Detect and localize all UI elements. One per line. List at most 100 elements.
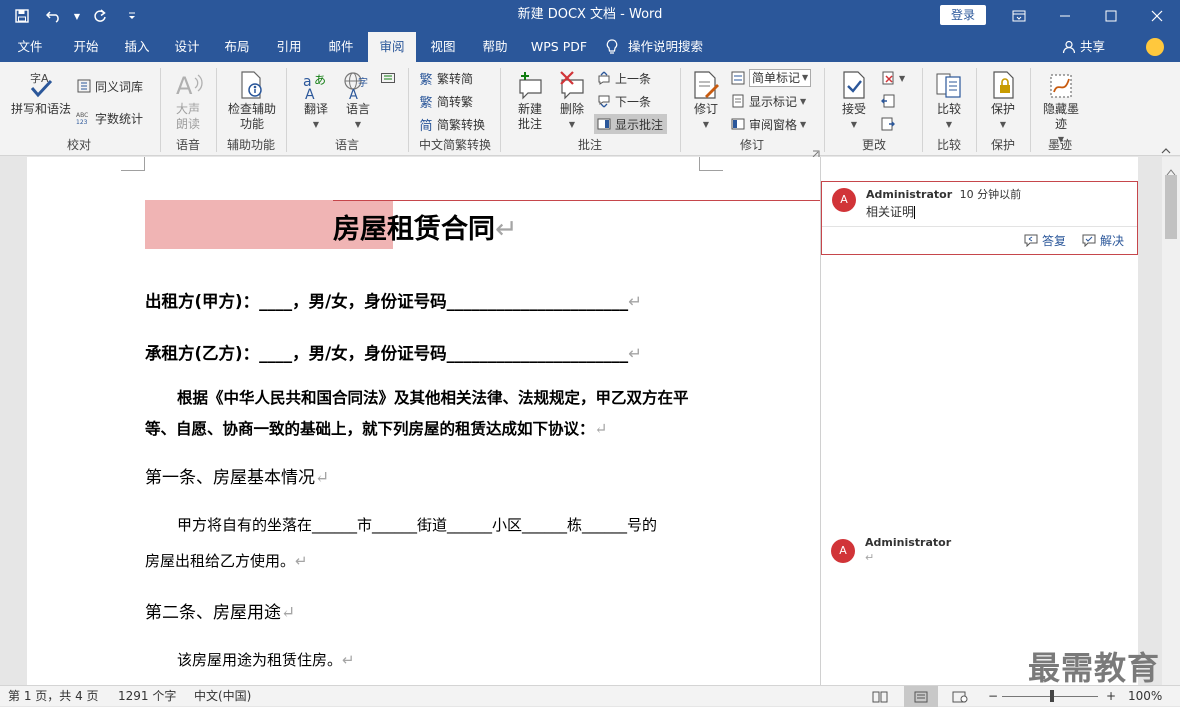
tab-references[interactable]: 引用 [266, 32, 312, 62]
article1-title[interactable]: 第一条、房屋基本情况↵ [145, 463, 329, 488]
article1-body-line-2[interactable]: 房屋出租给乙方使用。↵ [145, 550, 308, 571]
minimize-icon[interactable] [1042, 0, 1088, 32]
resolve-button[interactable]: 解决 [1082, 232, 1124, 249]
word-count-icon: ABC 123 [76, 110, 92, 126]
trad-to-simp-button[interactable]: 繁 繁转简 [418, 68, 473, 88]
show-markup-button[interactable]: 显示标记 ▼ [730, 91, 806, 111]
delete-comment-button[interactable]: 删除 ▼ [552, 68, 592, 132]
article1-body-line-1[interactable]: 甲方将自有的坐落在______市______街道______小区______栋_… [177, 514, 657, 535]
intro-line-1[interactable]: 根据《中华人民共和国合同法》及其他相关法律、法规规定，甲乙双方在平 [177, 386, 689, 408]
reviewing-pane-button[interactable]: 审阅窗格 ▼ [730, 114, 806, 134]
check-accessibility-button[interactable]: 检查辅助功能 [224, 68, 280, 132]
read-mode-icon[interactable] [872, 686, 888, 707]
next-comment-button[interactable]: 下一条 [596, 91, 651, 111]
tab-insert[interactable]: 插入 [114, 32, 160, 62]
tab-help[interactable]: 帮助 [472, 32, 518, 62]
protect-button[interactable]: 保护 ▼ [982, 68, 1024, 132]
compare-icon [932, 68, 966, 102]
tab-view[interactable]: 视图 [420, 32, 466, 62]
chinese-convert-button[interactable]: 简 简繁转换 [418, 114, 485, 134]
new-comment-button[interactable]: 新建批注 [508, 68, 552, 132]
track-changes-button[interactable]: 修订 ▼ [686, 68, 726, 132]
tell-me-search[interactable]: 操作说明搜索 [606, 32, 722, 62]
ribbon-separator [408, 68, 409, 152]
share-button[interactable]: 共享 [1062, 32, 1105, 62]
spelling-grammar-button[interactable]: 字A 拼写和语法 [8, 68, 74, 117]
language-extra-button[interactable] [380, 68, 396, 88]
tab-mailings[interactable]: 邮件 [318, 32, 364, 62]
keyboard-icon [380, 70, 396, 86]
simp-to-trad-button[interactable]: 繁 简转繁 [418, 91, 473, 111]
zoom-out-button[interactable]: − [988, 686, 998, 707]
tracking-dialog-launcher-icon[interactable] [812, 143, 820, 158]
language-button[interactable]: 字A 语言 ▼ [338, 68, 378, 132]
reviewing-pane-icon [730, 116, 746, 132]
read-aloud-button[interactable]: A 大声朗读 [168, 68, 208, 132]
tab-home[interactable]: 开始 [60, 32, 112, 62]
previous-change-button[interactable] [880, 91, 896, 111]
compare-button[interactable]: 比较 ▼ [928, 68, 970, 132]
lessee-line[interactable]: 承租方(乙方)：____，男/女，身份证号码__________________… [145, 340, 642, 364]
zoom-thumb[interactable] [1050, 690, 1054, 702]
intro-line-2[interactable]: 等、自愿、协商一致的基础上，就下列房屋的租赁达成如下协议：↵ [145, 417, 608, 439]
translate-icon: aあA [299, 68, 333, 102]
reply-button[interactable]: 答复 [1024, 232, 1066, 249]
zoom-in-button[interactable]: + [1106, 686, 1116, 707]
article2-title[interactable]: 第二条、房屋用途↵ [145, 598, 295, 623]
zoom-slider[interactable] [1002, 686, 1098, 707]
zoom-level[interactable]: 100% [1128, 686, 1162, 707]
comment-empty-text[interactable]: ↵ [865, 551, 874, 564]
tab-review[interactable]: 审阅 [368, 32, 416, 63]
markup-display-select[interactable]: 简单标记 ▼ [730, 68, 812, 88]
tab-wps-pdf[interactable]: WPS PDF [522, 32, 596, 62]
tab-file[interactable]: 文件 [8, 32, 52, 62]
maximize-icon[interactable] [1088, 0, 1134, 32]
page-indicator[interactable]: 第 1 页，共 4 页 [8, 686, 99, 707]
article2-body[interactable]: 该房屋用途为租赁住房。↵ [177, 649, 355, 670]
print-layout-icon[interactable] [904, 686, 938, 707]
thesaurus-button[interactable]: 同义词库 [76, 76, 143, 96]
tell-me-label: 操作说明搜索 [628, 39, 704, 54]
person-icon [1062, 40, 1076, 54]
login-button[interactable]: 登录 [940, 5, 986, 25]
web-layout-icon[interactable] [952, 686, 968, 707]
spelling-check-icon: 字A [24, 68, 58, 102]
group-language: aあA 翻译 ▼ 字A 语言 ▼ 语言 [288, 64, 406, 154]
feedback-smiley-icon[interactable] [1146, 38, 1164, 56]
undo-icon[interactable] [40, 2, 68, 30]
document-page[interactable]: 房屋租赁合同↵ 出租方(甲方)：____，男/女，身份证号码__________… [27, 157, 820, 685]
ribbon-display-options-icon[interactable] [996, 0, 1042, 32]
reject-change-button[interactable]: ▼ [880, 68, 905, 88]
ribbon-separator [922, 68, 923, 152]
word-count-button[interactable]: ABC 123 字数统计 [76, 108, 143, 128]
status-bar: 第 1 页，共 4 页 1291 个字 中文(中国) − + 100% [0, 685, 1180, 707]
document-title[interactable]: 房屋租赁合同↵ [333, 207, 518, 246]
collapse-ribbon-icon[interactable] [1160, 142, 1172, 154]
redo-icon[interactable] [86, 2, 114, 30]
comment-header: Administrator 10 分钟以前 [866, 186, 1021, 202]
accessibility-check-icon [235, 68, 269, 102]
comment-text[interactable]: 相关证明 [866, 203, 916, 220]
svg-text:123: 123 [76, 119, 88, 125]
comment-card[interactable]: A Administrator 10 分钟以前 相关证明 答复 解决 [821, 181, 1138, 255]
save-icon[interactable] [8, 2, 36, 30]
comment-author: Administrator [866, 188, 953, 201]
undo-dropdown-icon[interactable]: ▼ [72, 2, 82, 30]
scrollbar-thumb[interactable] [1165, 175, 1177, 239]
language-globe-icon: 字A [341, 68, 375, 102]
comment-card-2[interactable]: A Administrator ↵ [821, 533, 1138, 573]
close-icon[interactable] [1134, 0, 1180, 32]
accept-button[interactable]: 接受 ▼ [834, 68, 874, 132]
language-indicator[interactable]: 中文(中国) [194, 686, 251, 707]
translate-button[interactable]: aあA 翻译 ▼ [296, 68, 336, 132]
show-comments-button[interactable]: 显示批注 [594, 114, 668, 134]
vertical-scrollbar[interactable] [1162, 157, 1180, 685]
tab-design[interactable]: 设计 [164, 32, 210, 62]
group-speech: A 大声朗读 语音 [162, 64, 214, 154]
tab-layout[interactable]: 布局 [214, 32, 260, 62]
lessor-line[interactable]: 出租方(甲方)：____，男/女，身份证号码__________________… [145, 288, 642, 312]
customize-qat-icon[interactable] [118, 2, 146, 30]
word-count-indicator[interactable]: 1291 个字 [118, 686, 176, 707]
next-change-button[interactable] [880, 114, 896, 134]
previous-comment-button[interactable]: 上一条 [596, 68, 651, 88]
